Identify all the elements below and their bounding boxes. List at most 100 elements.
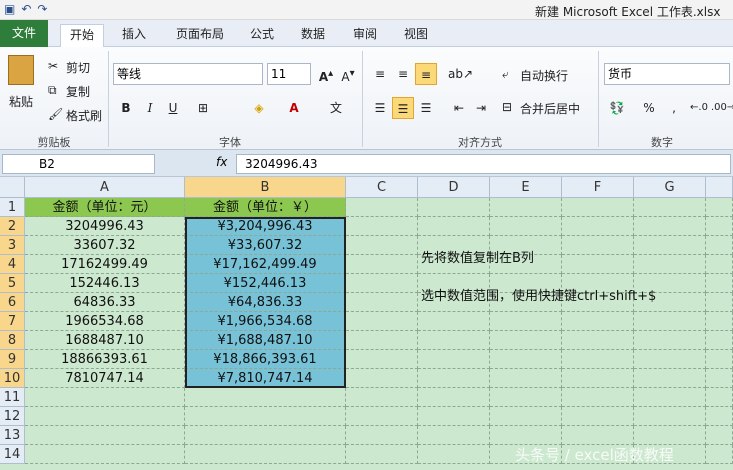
cell-a[interactable]: 17162499.49 — [25, 255, 185, 274]
cell-a[interactable]: 18866393.61 — [25, 350, 185, 369]
cell[interactable] — [346, 236, 418, 255]
cell[interactable] — [706, 255, 733, 274]
column-header-g[interactable]: G — [634, 177, 706, 198]
cell[interactable] — [706, 198, 733, 217]
cell-b[interactable]: ¥33,607.32 — [185, 236, 346, 255]
cell-a[interactable]: 64836.33 — [25, 293, 185, 312]
copy-button[interactable]: 复制 — [66, 83, 90, 100]
cell-a[interactable]: 1966534.68 — [25, 312, 185, 331]
row-header[interactable]: 8 — [0, 331, 25, 350]
cell[interactable] — [490, 426, 562, 445]
note-d5[interactable]: 选中数值范围，使用快捷键ctrl+shift+$ — [421, 285, 656, 304]
grow-font-icon[interactable]: A▴ — [315, 63, 337, 85]
cell-a[interactable]: 33607.32 — [25, 236, 185, 255]
cell-a[interactable]: 152446.13 — [25, 274, 185, 293]
row-header[interactable]: 2 — [0, 217, 25, 236]
cell[interactable] — [346, 255, 418, 274]
cell[interactable] — [418, 331, 490, 350]
cell-a[interactable]: 3204996.43 — [25, 217, 185, 236]
borders-icon[interactable]: ⊞ — [192, 97, 214, 119]
cell[interactable] — [706, 331, 733, 350]
percent-style-button[interactable]: % — [638, 97, 660, 119]
tab-file[interactable]: 文件 — [0, 20, 48, 47]
paste-icon[interactable] — [8, 55, 34, 85]
cell[interactable] — [490, 407, 562, 426]
cell[interactable] — [634, 217, 706, 236]
undo-icon[interactable]: ↶ — [21, 2, 31, 16]
increase-indent-icon[interactable]: ⇥ — [470, 97, 492, 119]
column-header-h[interactable] — [706, 177, 733, 198]
accounting-format-icon[interactable]: 💱 — [606, 97, 628, 119]
cell[interactable] — [706, 426, 733, 445]
cell[interactable] — [634, 426, 706, 445]
cell[interactable] — [346, 369, 418, 388]
row-header[interactable]: 6 — [0, 293, 25, 312]
row-header[interactable]: 14 — [0, 445, 25, 464]
cell[interactable] — [418, 426, 490, 445]
merge-icon[interactable]: ⊟ — [502, 100, 512, 114]
cell-b[interactable]: ¥1,966,534.68 — [185, 312, 346, 331]
column-header-e[interactable]: E — [490, 177, 562, 198]
cell-b[interactable]: ¥18,866,393.61 — [185, 350, 346, 369]
fill-color-icon[interactable]: ◈ — [248, 97, 270, 119]
cell[interactable] — [634, 388, 706, 407]
phonetic-icon[interactable]: 文 — [325, 97, 347, 119]
orientation-icon[interactable]: ab↗ — [448, 63, 473, 85]
cell[interactable] — [418, 388, 490, 407]
row-header[interactable]: 11 — [0, 388, 25, 407]
cell[interactable] — [490, 331, 562, 350]
cell[interactable] — [490, 350, 562, 369]
cell[interactable] — [418, 350, 490, 369]
cell[interactable] — [562, 388, 634, 407]
cell[interactable] — [562, 198, 634, 217]
cell[interactable] — [562, 236, 634, 255]
save-icon[interactable]: ▣ — [4, 2, 15, 16]
comma-style-button[interactable]: , — [663, 97, 685, 119]
cell[interactable] — [346, 217, 418, 236]
tab-data[interactable]: 数据 — [295, 24, 331, 47]
select-all-corner[interactable] — [0, 177, 25, 198]
cell-b[interactable] — [185, 445, 346, 464]
align-bottom-icon[interactable]: ≡ — [415, 63, 437, 85]
cell[interactable] — [562, 426, 634, 445]
row-header[interactable]: 3 — [0, 236, 25, 255]
cell-b[interactable]: ¥7,810,747.14 — [185, 369, 346, 388]
cell[interactable] — [418, 198, 490, 217]
row-header[interactable]: 12 — [0, 407, 25, 426]
cell-b[interactable] — [185, 426, 346, 445]
note-d3[interactable]: 先将数值复制在B列 — [421, 247, 534, 266]
cell-a[interactable]: 金额（单位：元） — [25, 198, 185, 217]
tab-review[interactable]: 审阅 — [347, 24, 383, 47]
italic-icon[interactable]: I — [139, 97, 161, 119]
cell[interactable] — [706, 293, 733, 312]
underline-icon[interactable]: U — [162, 97, 184, 119]
row-header[interactable]: 1 — [0, 198, 25, 217]
cell[interactable] — [562, 369, 634, 388]
cell[interactable] — [634, 198, 706, 217]
cell[interactable] — [346, 293, 418, 312]
cell[interactable] — [562, 312, 634, 331]
cell[interactable] — [418, 312, 490, 331]
align-middle-icon[interactable]: ≡ — [392, 63, 414, 85]
column-header-a[interactable]: A — [25, 177, 185, 198]
cell[interactable] — [418, 407, 490, 426]
cell[interactable] — [634, 369, 706, 388]
row-header[interactable]: 4 — [0, 255, 25, 274]
cell[interactable] — [634, 236, 706, 255]
copy-icon[interactable]: ⧉ — [48, 83, 57, 98]
font-color-icon[interactable]: A — [283, 97, 305, 119]
format-painter-button[interactable]: 格式刷 — [66, 107, 102, 124]
cell[interactable] — [346, 312, 418, 331]
cell-b[interactable] — [185, 388, 346, 407]
name-box[interactable]: B2 — [2, 154, 155, 174]
cell[interactable] — [562, 350, 634, 369]
redo-icon[interactable]: ↷ — [37, 2, 47, 16]
row-header[interactable]: 9 — [0, 350, 25, 369]
cell[interactable] — [634, 312, 706, 331]
row-header[interactable]: 5 — [0, 274, 25, 293]
cell[interactable] — [706, 236, 733, 255]
row-header[interactable]: 7 — [0, 312, 25, 331]
cell[interactable] — [562, 331, 634, 350]
cell-a[interactable]: 7810747.14 — [25, 369, 185, 388]
column-header-d[interactable]: D — [418, 177, 490, 198]
